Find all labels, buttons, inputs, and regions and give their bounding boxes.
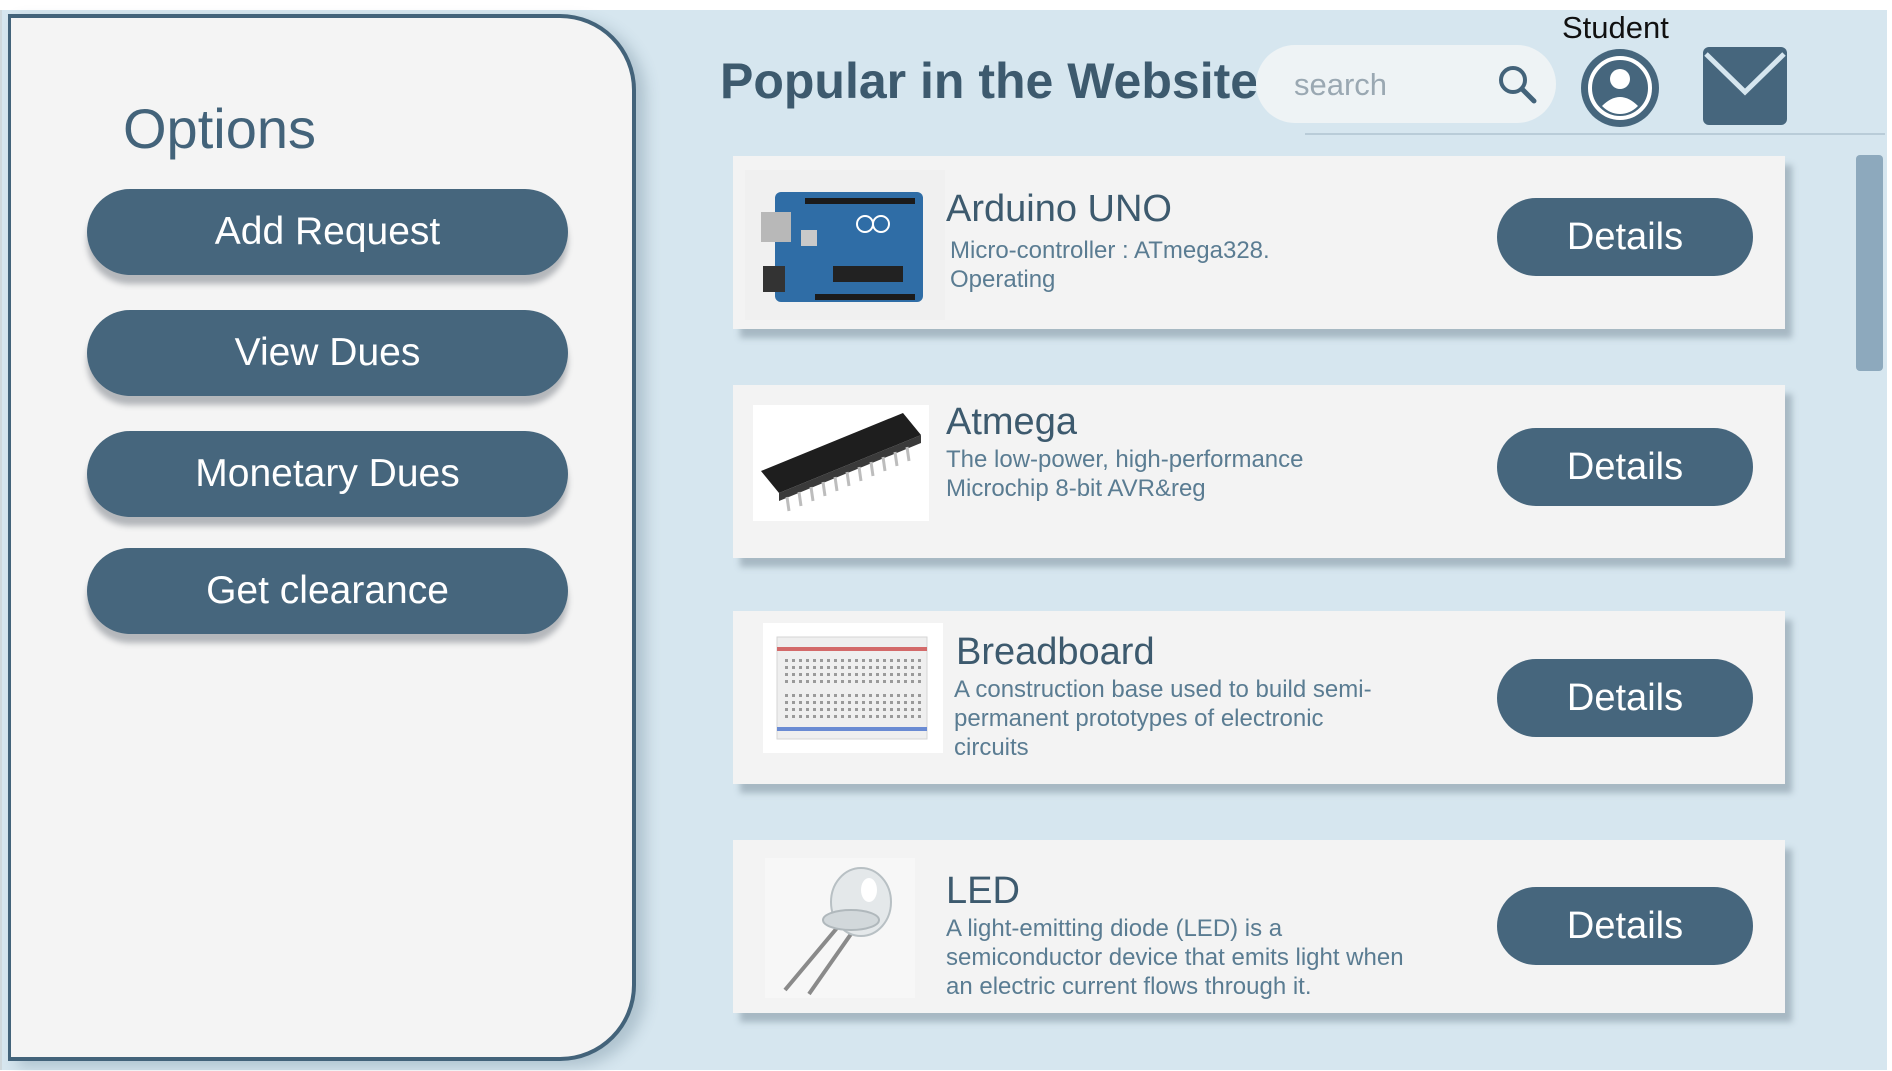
atmega-chip-image xyxy=(753,405,929,521)
details-button-atmega[interactable]: Details xyxy=(1497,428,1753,506)
search-input[interactable] xyxy=(1292,59,1486,111)
header-divider xyxy=(1305,133,1885,135)
list-item-atmega: Atmega The low-power, high-performance M… xyxy=(733,385,1785,558)
monetary-dues-button[interactable]: Monetary Dues xyxy=(87,431,568,517)
item-name: Atmega xyxy=(946,401,1077,443)
list-item-arduino-uno: Arduino UNO Micro-controller : ATmega328… xyxy=(733,156,1785,329)
item-description: Micro-controller : ATmega328. Operating xyxy=(950,237,1270,293)
options-sidebar: Options Add Request View Dues Monetary D… xyxy=(8,14,636,1061)
view-dues-button[interactable]: View Dues xyxy=(87,310,568,396)
item-description: The low-power, high-performance Microchi… xyxy=(946,446,1304,502)
breadboard-image xyxy=(763,623,943,753)
item-name: LED xyxy=(946,870,1020,912)
page-title: Popular in the Website xyxy=(720,53,1259,109)
user-role-label: Student xyxy=(1562,10,1669,45)
options-title: Options xyxy=(123,97,316,160)
add-request-button[interactable]: Add Request xyxy=(87,189,568,275)
item-name: Breadboard xyxy=(956,631,1155,673)
user-avatar-icon[interactable] xyxy=(1580,48,1660,128)
list-item-breadboard: Breadboard A construction base used to b… xyxy=(733,611,1785,784)
search-bar xyxy=(1256,45,1556,123)
get-clearance-button[interactable]: Get clearance xyxy=(87,548,568,634)
item-name: Arduino UNO xyxy=(946,188,1172,230)
details-button-arduino-uno[interactable]: Details xyxy=(1497,198,1753,276)
mail-icon[interactable] xyxy=(1702,46,1788,126)
details-button-breadboard[interactable]: Details xyxy=(1497,659,1753,737)
scrollbar[interactable] xyxy=(1856,155,1883,371)
item-description: A construction base used to build semi-p… xyxy=(954,676,1372,761)
list-item-led: LED A light-emitting diode (LED) is a se… xyxy=(733,840,1785,1013)
search-icon[interactable] xyxy=(1496,63,1538,105)
arduino-board-image xyxy=(745,170,945,320)
item-description: A light-emitting diode (LED) is a semico… xyxy=(946,915,1404,1000)
led-image xyxy=(765,858,915,998)
details-button-led[interactable]: Details xyxy=(1497,887,1753,965)
